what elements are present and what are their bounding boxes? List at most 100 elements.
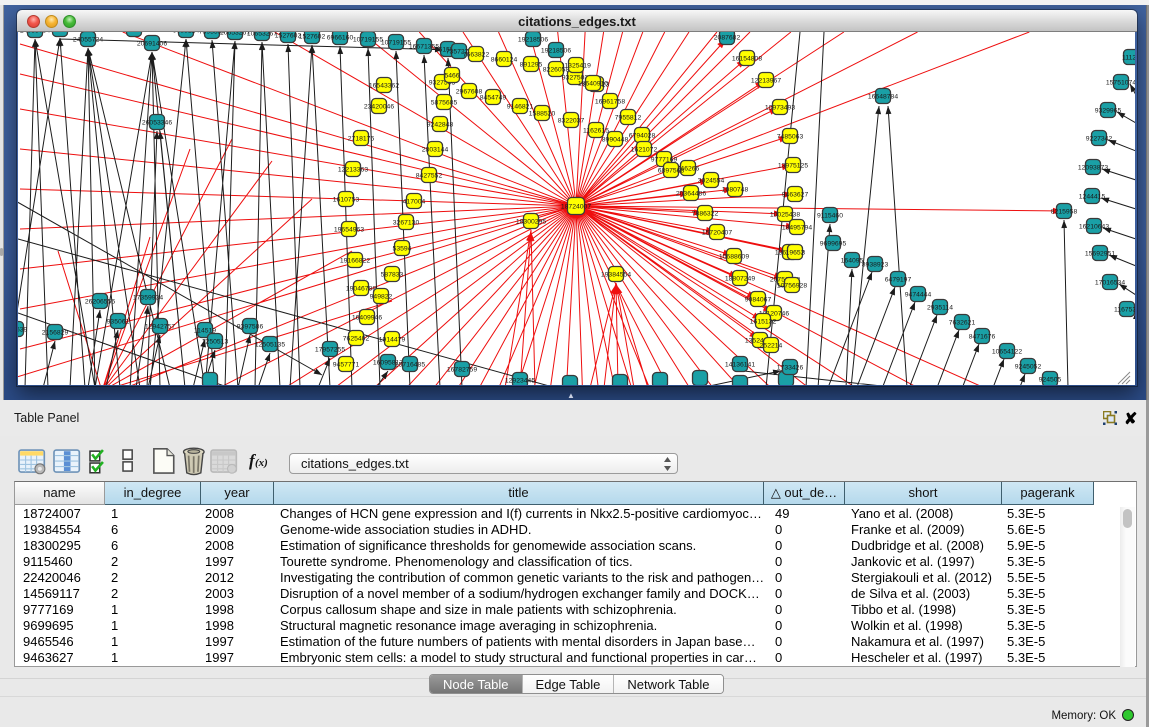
- svg-text:17359934: 17359934: [133, 295, 163, 302]
- svg-text:18807249: 18807249: [725, 276, 755, 283]
- svg-text:12213967: 12213967: [751, 78, 781, 85]
- svg-text:9699695: 9699695: [820, 241, 847, 248]
- svg-text:15692951: 15692951: [1085, 251, 1115, 258]
- svg-text:9474444: 9474444: [905, 292, 932, 299]
- svg-text:19654963: 19654963: [334, 227, 364, 234]
- svg-text:19218506: 19218506: [518, 37, 548, 44]
- svg-text:15720407: 15720407: [702, 230, 732, 237]
- svg-text:15751074: 15751074: [1106, 80, 1135, 87]
- svg-text:1621072: 1621072: [631, 147, 658, 154]
- svg-text:15716485: 15716485: [395, 362, 425, 369]
- svg-text:9242848: 9242848: [427, 122, 454, 129]
- svg-text:10719155: 10719155: [353, 37, 383, 44]
- svg-text:252214: 252214: [760, 343, 783, 350]
- svg-text:417004: 417004: [403, 199, 426, 206]
- svg-text:1250513: 1250513: [202, 339, 229, 346]
- svg-text:18640910: 18640910: [578, 81, 608, 88]
- svg-text:16409946: 16409946: [352, 315, 382, 322]
- svg-text:9227342: 9227342: [1086, 136, 1113, 143]
- svg-text:8660124: 8660124: [491, 57, 518, 64]
- svg-text:164095: 164095: [841, 258, 864, 265]
- svg-text:10973493: 10973493: [765, 105, 795, 112]
- svg-text:8471676: 8471676: [969, 334, 996, 341]
- svg-text:8322037: 8322037: [558, 118, 585, 125]
- svg-text:12923445: 12923445: [505, 378, 535, 385]
- svg-text:1080748: 1080748: [722, 187, 749, 194]
- svg-text:9463627: 9463627: [782, 192, 809, 199]
- svg-text:10025438: 10025438: [770, 212, 800, 219]
- svg-text:3267130: 3267130: [393, 220, 420, 227]
- svg-text:7886322: 7886322: [692, 211, 719, 218]
- svg-text:924505: 924505: [1039, 377, 1062, 384]
- svg-text:26206556: 26206556: [85, 299, 115, 306]
- svg-text:12505135: 12505135: [255, 342, 285, 349]
- svg-text:6966160: 6966160: [327, 35, 354, 42]
- svg-text:2087682: 2087682: [714, 35, 741, 42]
- svg-text:2156829: 2156829: [42, 330, 69, 337]
- svg-text:2718176: 2718176: [348, 136, 375, 143]
- svg-text:10654122: 10654122: [992, 349, 1022, 356]
- svg-text:9084067: 9084067: [745, 297, 772, 304]
- svg-text:17016534: 17016534: [1095, 280, 1125, 287]
- svg-text:6897568: 6897568: [658, 168, 685, 175]
- svg-text:16961758: 16961758: [595, 99, 625, 106]
- svg-text:2803144: 2803144: [422, 147, 449, 154]
- svg-text:8938923: 8938923: [862, 262, 889, 269]
- svg-text:10756928: 10756928: [777, 283, 807, 290]
- svg-text:13975125: 13975125: [778, 163, 808, 170]
- svg-text:19652: 19652: [786, 250, 805, 257]
- svg-text:19384554: 19384554: [601, 272, 631, 279]
- svg-text:9146821: 9146821: [507, 104, 534, 111]
- svg-text:10653267: 10653267: [247, 32, 277, 38]
- svg-text:11123: 11123: [1122, 55, 1135, 62]
- svg-text:8215958: 8215958: [1051, 209, 1078, 216]
- svg-text:19166822: 19166822: [340, 258, 370, 265]
- svg-text:53594: 53594: [393, 246, 412, 253]
- svg-text:935061: 935061: [107, 319, 130, 326]
- svg-text:1162615: 1162615: [583, 128, 609, 135]
- svg-text:9397586: 9397586: [237, 324, 264, 331]
- svg-text:20364486: 20364486: [676, 191, 706, 198]
- svg-text:12213363: 12213363: [338, 167, 368, 174]
- svg-text:10653267: 10653267: [220, 32, 250, 37]
- svg-text:3024554: 3024554: [698, 178, 725, 185]
- svg-text:10719155: 10719155: [381, 40, 411, 47]
- svg-text:5875685: 5875685: [431, 100, 458, 107]
- svg-text:24055754: 24055754: [20, 32, 50, 35]
- svg-text:16782759: 16782759: [447, 367, 477, 374]
- svg-text:8427552: 8427552: [416, 173, 443, 180]
- svg-text:1615132: 1615132: [750, 319, 777, 326]
- svg-text:1733426: 1733426: [777, 365, 804, 372]
- svg-text:26053346: 26053346: [142, 120, 172, 127]
- svg-text:18495794: 18495794: [782, 225, 812, 232]
- svg-text:18300295: 18300295: [516, 219, 546, 226]
- svg-text:6794028: 6794028: [629, 133, 656, 140]
- svg-text:8990448: 8990448: [602, 137, 629, 144]
- svg-text:16210643: 16210643: [1079, 224, 1109, 231]
- svg-text:1610753: 1610753: [333, 197, 360, 204]
- svg-text:19046788: 19046788: [346, 286, 376, 293]
- svg-text:1167531: 1167531: [1114, 307, 1135, 314]
- svg-text:2967608: 2967608: [456, 89, 483, 96]
- svg-text:1906754: 1906754: [121, 32, 148, 34]
- svg-text:1527602: 1527602: [299, 34, 326, 41]
- svg-text:9115460: 9115460: [817, 213, 843, 220]
- svg-text:1527602: 1527602: [275, 33, 302, 40]
- svg-text:891295: 891295: [520, 62, 543, 69]
- svg-text:1588520: 1588520: [529, 111, 556, 118]
- svg-text:11325419: 11325419: [561, 63, 591, 70]
- svg-text:18724007: 18724007: [561, 204, 591, 211]
- svg-text:2011554: 2011554: [47, 32, 73, 34]
- svg-text:949822: 949822: [370, 294, 393, 301]
- svg-text:7955812: 7955812: [615, 115, 642, 122]
- svg-text:1914479: 1914479: [379, 337, 406, 344]
- svg-text:23420046: 23420046: [364, 104, 394, 111]
- svg-text:7632621: 7632621: [949, 320, 976, 327]
- svg-text:9457771: 9457771: [333, 362, 360, 369]
- svg-text:5466: 5466: [444, 73, 459, 80]
- svg-text:16648784: 16648784: [868, 94, 898, 101]
- svg-text:10688609: 10688609: [719, 254, 749, 261]
- svg-text:17957255: 17957255: [315, 347, 345, 354]
- svg-text:12093873: 12093873: [1078, 165, 1108, 172]
- svg-text:9085124: 9085124: [173, 32, 200, 35]
